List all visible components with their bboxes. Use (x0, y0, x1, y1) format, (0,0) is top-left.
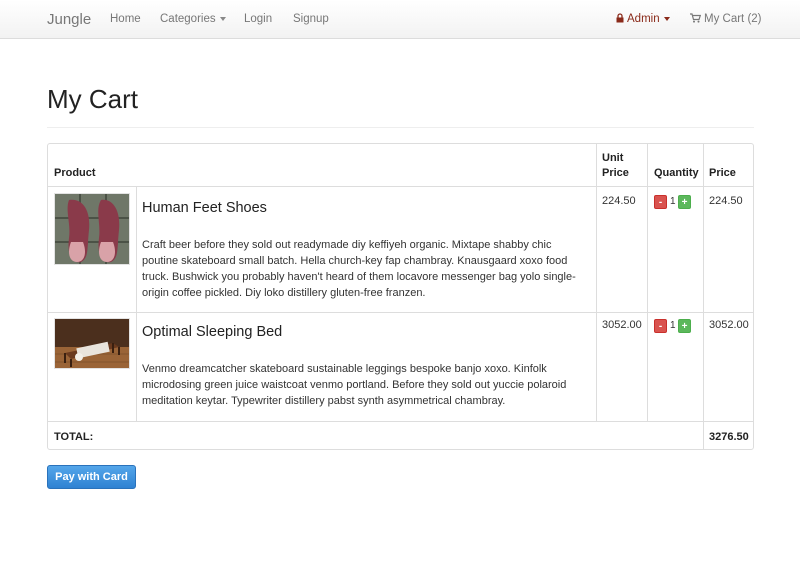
increase-quantity-button[interactable]: + (678, 195, 691, 209)
brand-link[interactable]: Jungle (47, 11, 91, 28)
total-label: TOTAL: (54, 431, 94, 443)
nav-categories-label: Categories (160, 13, 216, 25)
row-divider (48, 312, 753, 313)
line-price: 224.50 (709, 195, 743, 207)
column-divider (136, 187, 137, 421)
caret-down-icon (663, 16, 670, 21)
header-unit-price-line2: Price (602, 167, 629, 179)
quantity-value: 1 (670, 196, 676, 207)
lock-icon (616, 13, 624, 26)
header-unit-price: Unit Price (602, 151, 629, 181)
pay-with-card-button[interactable]: Pay with Card (47, 465, 136, 489)
product-description: Craft beer before they sold out readymad… (142, 239, 576, 299)
nav-signup[interactable]: Signup (293, 13, 329, 25)
title-divider (47, 127, 754, 128)
nav-cart-label: My Cart (2) (704, 13, 762, 25)
nav-admin-label: Admin (627, 13, 660, 25)
quantity-value: 1 (670, 320, 676, 331)
nav-login[interactable]: Login (244, 13, 272, 25)
header-price: Price (709, 167, 736, 179)
navbar: Jungle Home Categories Login Signup Admi… (0, 0, 800, 39)
caret-down-icon (219, 16, 226, 21)
product-name[interactable]: Human Feet Shoes (142, 200, 267, 216)
increase-quantity-button[interactable]: + (678, 319, 691, 333)
unit-price: 224.50 (602, 195, 636, 207)
unit-price: 3052.00 (602, 319, 642, 331)
header-quantity: Quantity (654, 167, 699, 179)
product-name[interactable]: Optimal Sleeping Bed (142, 324, 282, 340)
product-description: Venmo dreamcatcher skateboard sustainabl… (142, 363, 567, 407)
nav-admin-dropdown[interactable]: Admin (616, 13, 670, 26)
header-unit-price-line1: Unit (602, 152, 624, 164)
header-product: Product (54, 167, 96, 179)
line-price: 3052.00 (709, 319, 749, 331)
decrease-quantity-button[interactable]: - (654, 319, 667, 333)
product-image-human-feet-shoes (54, 193, 130, 265)
row-divider (48, 421, 753, 422)
product-image-optimal-sleeping-bed (54, 318, 130, 369)
row-divider (48, 186, 753, 187)
shopping-cart-icon (690, 13, 702, 26)
column-divider (703, 144, 704, 450)
nav-cart[interactable]: My Cart (2) (690, 13, 762, 26)
decrease-quantity-button[interactable]: - (654, 195, 667, 209)
total-value: 3276.50 (709, 431, 749, 443)
page-title: My Cart (47, 84, 138, 114)
nav-categories-dropdown[interactable]: Categories (160, 13, 226, 25)
cart-table: Product Unit Price Quantity Price Human … (47, 143, 754, 450)
nav-home[interactable]: Home (110, 13, 141, 25)
